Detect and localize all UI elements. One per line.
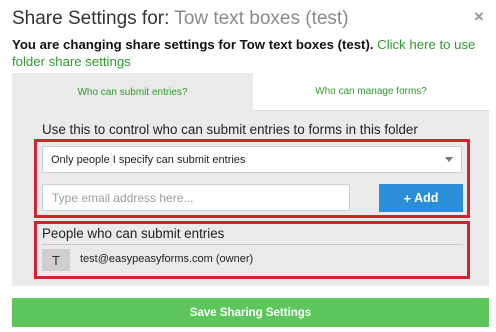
chevron-down-icon — [445, 157, 453, 162]
avatar: T — [42, 249, 70, 271]
add-button[interactable]: + Add — [379, 184, 463, 212]
submit-permission-select[interactable]: Only people I specify can submit entries — [42, 146, 462, 173]
email-input[interactable] — [42, 184, 350, 211]
person-email: test@easypeasyforms.com (owner) — [80, 253, 254, 265]
save-sharing-settings-button[interactable]: Save Sharing Settings — [12, 298, 489, 327]
add-button-label: Add — [414, 191, 439, 205]
submit-control-label: Use this to control who can submit entri… — [42, 122, 418, 137]
share-notice: You are changing share settings for Tow … — [12, 36, 490, 70]
notice-text: You are changing share settings for Tow … — [12, 37, 374, 52]
people-list-divider — [42, 244, 463, 245]
tab-who-can-submit[interactable]: Who can submit entries? — [12, 73, 253, 111]
tab-who-can-manage[interactable]: Who can manage forms? — [253, 73, 489, 111]
plus-icon: + — [403, 190, 412, 206]
dialog-title-prefix: Share Settings for: — [12, 8, 170, 29]
submit-permission-value: Only people I specify can submit entries — [51, 153, 246, 166]
dialog-title-name: Tow text boxes (test) — [174, 8, 349, 29]
people-list-title: People who can submit entries — [42, 226, 225, 241]
dialog-title: Share Settings for: Tow text boxes (test… — [12, 8, 349, 30]
close-icon[interactable]: × — [474, 8, 484, 25]
